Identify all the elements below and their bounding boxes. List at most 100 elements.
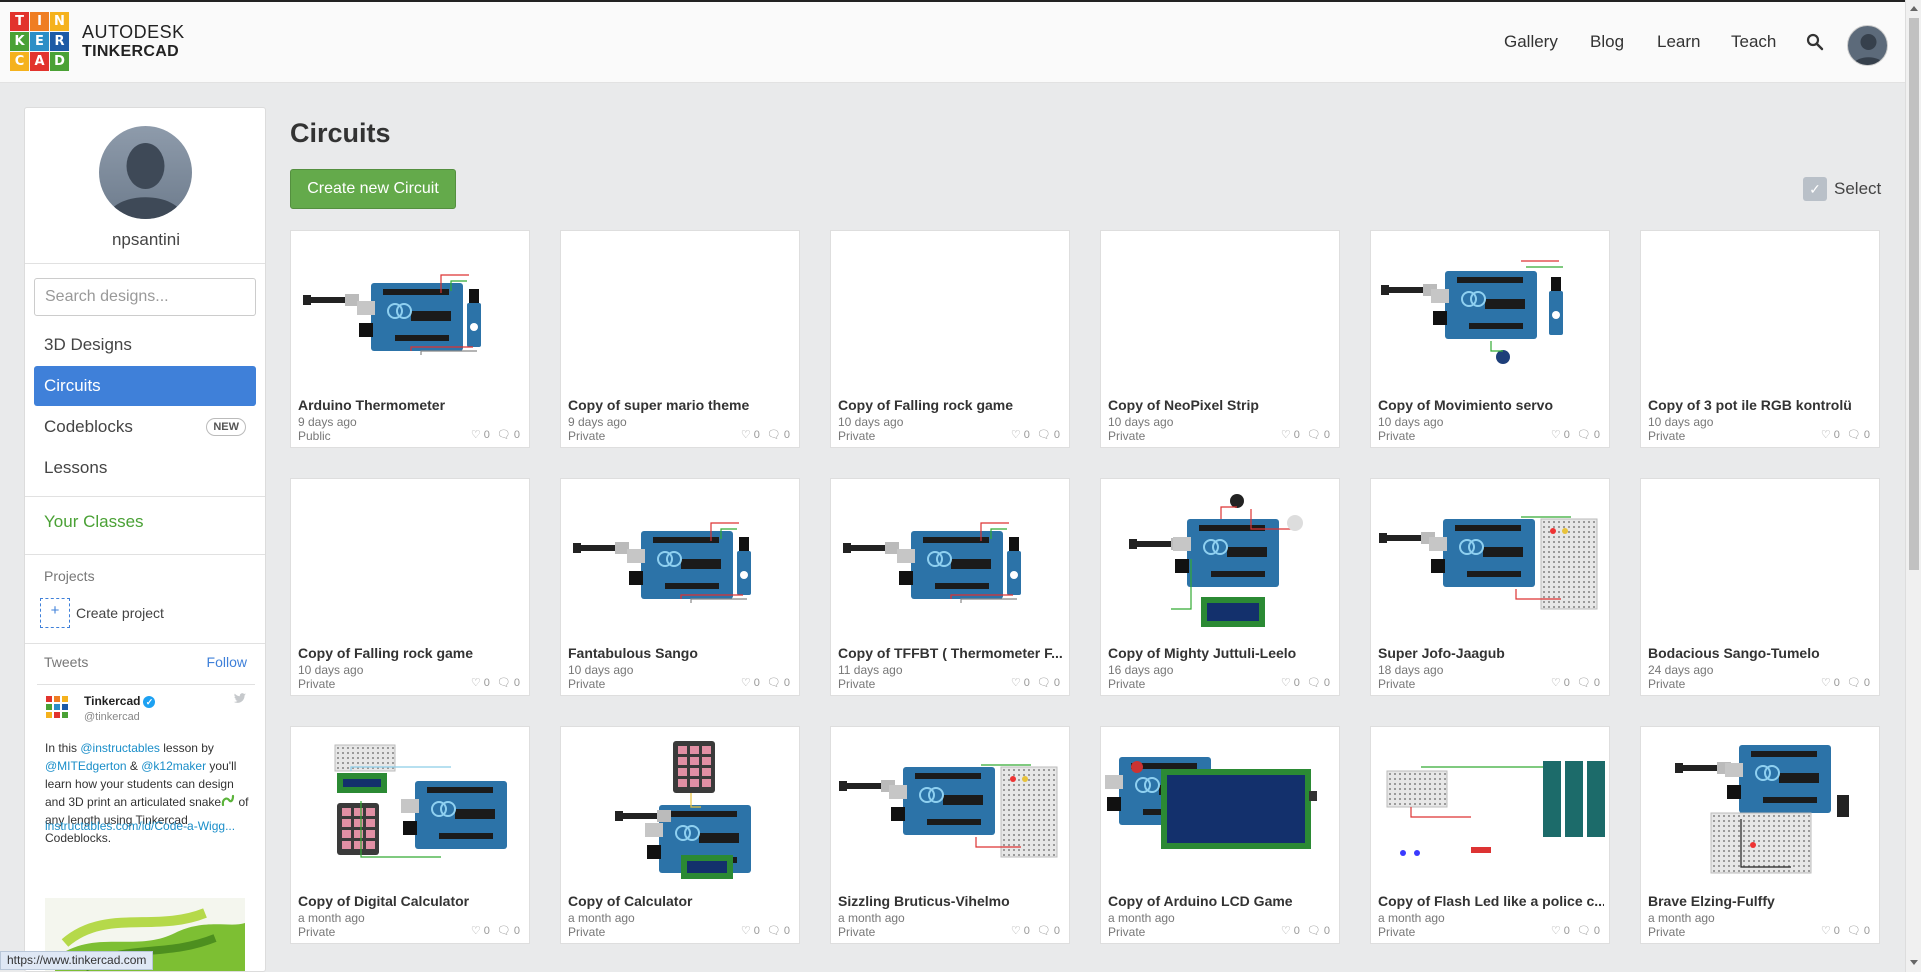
comment-icon: 🗨 [496,429,511,441]
create-project-button[interactable]: + Create project [40,598,164,628]
tinkercad-tweet-avatar[interactable] [45,695,69,719]
menu-lessons[interactable]: Lessons [34,448,256,488]
checkbox-icon[interactable]: ✓ [1803,177,1827,201]
design-thumbnail[interactable] [1371,727,1609,892]
design-card[interactable]: Copy of Digital Calculator a month ago P… [290,726,530,944]
design-thumbnail[interactable] [1641,479,1879,644]
design-date: 10 days ago [568,663,634,677]
nav-gallery[interactable]: Gallery [1504,32,1558,52]
menu-3d-designs[interactable]: 3D Designs [34,325,256,365]
comment-icon: 🗨 [1846,677,1861,689]
user-avatar[interactable] [1847,25,1888,66]
design-card[interactable]: Copy of Arduino LCD Game a month ago Pri… [1100,726,1340,944]
logo-letter: D [50,52,69,71]
design-card[interactable]: Super Jofo-Jaagub 18 days ago Private ♡ 0… [1370,478,1610,696]
design-title[interactable]: Copy of TFFBT ( Thermometer F... [838,645,1064,661]
design-title[interactable]: Copy of Arduino LCD Game [1108,893,1334,909]
follow-link[interactable]: Follow [207,654,247,670]
design-visibility: Public [298,429,331,443]
design-title[interactable]: Copy of Falling rock game [298,645,524,661]
design-card[interactable]: Copy of Mighty Juttuli-Leelo 16 days ago… [1100,478,1340,696]
design-card[interactable]: Copy of NeoPixel Strip 10 days ago Priva… [1100,230,1340,448]
design-card[interactable]: Fantabulous Sango 10 days ago Private ♡ 0… [560,478,800,696]
nav-learn[interactable]: Learn [1657,32,1700,52]
select-toggle[interactable]: ✓ Select [1803,177,1881,201]
tweet-link[interactable]: instructables.com/id/Code-a-Wigg... [45,819,235,833]
design-thumbnail[interactable] [561,231,799,396]
scroll-down-arrow-icon[interactable] [1910,960,1918,965]
design-title[interactable]: Copy of Falling rock game [838,397,1064,413]
tweet-handle[interactable]: @tinkercad [84,711,140,723]
design-card[interactable]: Copy of Calculator a month ago Private ♡… [560,726,800,944]
design-title[interactable]: Sizzling Bruticus-Vihelmo [838,893,1064,909]
brand-wordmark[interactable]: AUTODESK TINKERCAD [82,23,185,61]
design-title[interactable]: Copy of NeoPixel Strip [1108,397,1334,413]
design-thumbnail[interactable] [831,231,1069,396]
design-title[interactable]: Arduino Thermometer [298,397,524,413]
twitter-bird-icon[interactable] [233,693,247,704]
design-thumbnail[interactable] [1641,231,1879,396]
design-thumbnail[interactable] [1641,727,1879,892]
design-thumbnail[interactable] [291,479,529,644]
tweet-mention-mitedgerton[interactable]: @MITEdgerton [45,759,127,773]
design-title[interactable]: Copy of Digital Calculator [298,893,524,909]
design-title[interactable]: Copy of 3 pot ile RGB kontrolü [1648,397,1874,413]
scroll-up-arrow-icon[interactable] [1910,6,1918,11]
search-designs-input[interactable] [34,278,256,316]
design-card[interactable]: Copy of Flash Led like a police c... a m… [1370,726,1610,944]
design-title[interactable]: Fantabulous Sango [568,645,794,661]
design-title[interactable]: Super Jofo-Jaagub [1378,645,1604,661]
scrollbar-thumb[interactable] [1909,18,1919,570]
menu-codeblocks[interactable]: Codeblocks NEW [34,407,256,447]
design-thumbnail[interactable] [561,727,799,892]
design-thumbnail[interactable] [291,231,529,396]
design-title[interactable]: Bodacious Sango-Tumelo [1648,645,1874,661]
heart-icon: ♡ [1280,925,1291,937]
tweet-author[interactable]: Tinkercad ✓ [84,694,156,708]
search-icon[interactable] [1806,33,1824,51]
design-title[interactable]: Copy of Flash Led like a police c... [1378,893,1604,909]
design-card[interactable]: Copy of Falling rock game 10 days ago Pr… [290,478,530,696]
design-stats: ♡ 0 🗨 0 [1551,428,1600,442]
design-thumbnail[interactable] [1101,479,1339,644]
design-card[interactable]: Copy of Movimiento servo 10 days ago Pri… [1370,230,1610,448]
snake-emoji-icon [221,794,235,807]
profile-avatar[interactable] [99,126,192,219]
design-card[interactable]: Copy of TFFBT ( Thermometer F... 11 days… [830,478,1070,696]
design-card[interactable]: Bodacious Sango-Tumelo 24 days ago Priva… [1640,478,1880,696]
username[interactable]: npsantini [25,230,265,250]
design-stats: ♡ 0 🗨 0 [1011,924,1060,938]
design-thumbnail[interactable] [1101,727,1339,892]
menu-circuits[interactable]: Circuits [34,366,256,406]
logo-letter: N [50,12,69,31]
your-classes-link[interactable]: Your Classes [44,512,144,532]
tweet-mention-instructables[interactable]: @instructables [80,741,160,755]
design-card[interactable]: Copy of super mario theme 9 days ago Pri… [560,230,800,448]
design-title[interactable]: Copy of Movimiento servo [1378,397,1604,413]
design-card[interactable]: Brave Elzing-Fulffy a month ago Private … [1640,726,1880,944]
design-title[interactable]: Brave Elzing-Fulffy [1648,893,1874,909]
design-card[interactable]: Arduino Thermometer 9 days ago Public ♡ 0… [290,230,530,448]
design-title[interactable]: Copy of super mario theme [568,397,794,413]
tinkercad-logo[interactable]: TIN KER CAD [10,12,69,71]
design-card[interactable]: Copy of 3 pot ile RGB kontrolü 10 days a… [1640,230,1880,448]
design-thumbnail[interactable] [1101,231,1339,396]
design-title[interactable]: Copy of Mighty Juttuli-Leelo [1108,645,1334,661]
nav-blog[interactable]: Blog [1590,32,1624,52]
tweet-avatar-tile [45,695,53,703]
design-thumbnail[interactable] [291,727,529,892]
design-thumbnail[interactable] [831,727,1069,892]
design-thumbnail[interactable] [831,479,1069,644]
design-thumbnail[interactable] [1371,479,1609,644]
design-card[interactable]: Copy of Falling rock game 10 days ago Pr… [830,230,1070,448]
tweet-text-part: In this [45,741,81,755]
like-count: 0 [1563,924,1570,937]
tweet-mention-k12maker[interactable]: @k12maker [141,759,206,773]
create-new-circuit-button[interactable]: Create new Circuit [290,169,456,209]
page-scrollbar[interactable] [1905,0,1921,972]
design-thumbnail[interactable] [1371,231,1609,396]
design-thumbnail[interactable] [561,479,799,644]
nav-teach[interactable]: Teach [1731,32,1776,52]
design-card[interactable]: Sizzling Bruticus-Vihelmo a month ago Pr… [830,726,1070,944]
design-title[interactable]: Copy of Calculator [568,893,794,909]
